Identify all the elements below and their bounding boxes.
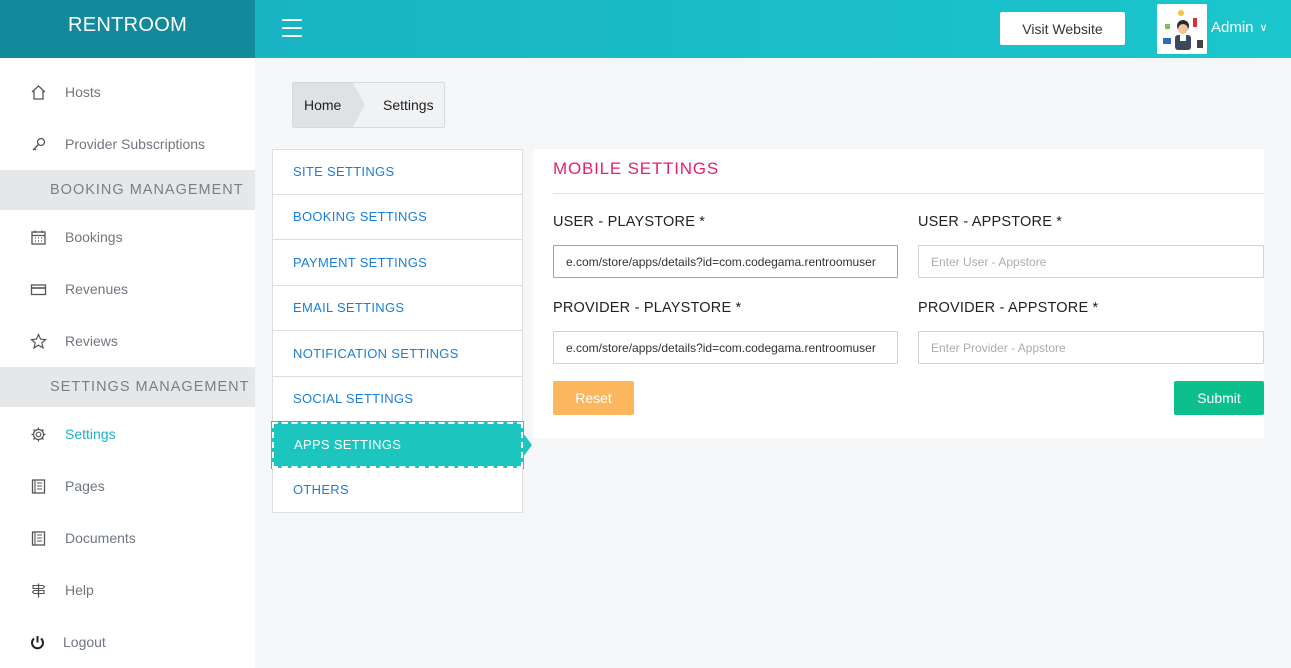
breadcrumb-home[interactable]: Home — [293, 83, 353, 127]
gear-icon — [28, 424, 48, 444]
hamburger-menu-icon[interactable] — [282, 19, 302, 37]
signpost-icon — [28, 580, 48, 600]
menu-booking-settings[interactable]: BOOKING SETTINGS — [272, 194, 523, 240]
breadcrumb: Home Settings — [292, 82, 445, 128]
admin-dropdown[interactable]: Admin ∨ — [1211, 19, 1268, 36]
user-playstore-label: USER - PLAYSTORE * — [553, 214, 706, 230]
star-icon — [28, 331, 48, 351]
mobile-settings-panel: MOBILE SETTINGS USER - PLAYSTORE * USER … — [533, 149, 1264, 438]
menu-notification-settings[interactable]: NOTIFICATION SETTINGS — [272, 331, 523, 377]
divider — [553, 193, 1264, 194]
sidebar-item-documents[interactable]: Documents — [0, 518, 255, 558]
provider-playstore-label: PROVIDER - PLAYSTORE * — [553, 300, 742, 316]
reset-button[interactable]: Reset — [553, 381, 634, 415]
sidebar-item-label: Help — [65, 582, 94, 598]
submit-button[interactable]: Submit — [1174, 381, 1264, 415]
top-bar: Visit Website Admin ∨ — [255, 0, 1291, 58]
home-icon — [28, 82, 48, 102]
menu-others[interactable]: OTHERS — [272, 467, 523, 513]
sidebar-item-pages[interactable]: Pages — [0, 466, 255, 506]
menu-payment-settings[interactable]: PAYMENT SETTINGS — [272, 240, 523, 286]
provider-appstore-label: PROVIDER - APPSTORE * — [918, 300, 1099, 316]
sidebar-item-provider-subscriptions[interactable]: Provider Subscriptions — [0, 124, 255, 164]
sidebar-item-label: Reviews — [65, 333, 118, 349]
sidebar-item-label: Documents — [65, 530, 136, 546]
breadcrumb-arrow-icon — [353, 83, 365, 127]
menu-social-settings[interactable]: SOCIAL SETTINGS — [272, 376, 523, 422]
provider-playstore-input[interactable] — [553, 331, 898, 364]
settings-menu: SITE SETTINGS BOOKING SETTINGS PAYMENT S… — [271, 149, 524, 513]
chevron-down-icon: ∨ — [1259, 22, 1268, 34]
sidebar-item-reviews[interactable]: Reviews — [0, 321, 255, 361]
sidebar-item-label: Hosts — [65, 84, 101, 100]
brand-logo[interactable]: RENTROOM — [0, 0, 255, 58]
user-appstore-label: USER - APPSTORE * — [918, 214, 1063, 230]
sidebar-item-label: Bookings — [65, 229, 123, 245]
panel-title: MOBILE SETTINGS — [553, 159, 719, 178]
book-icon — [28, 528, 48, 548]
sidebar-item-label: Revenues — [65, 281, 129, 297]
sidebar: Hosts Provider Subscriptions BOOKING MAN… — [0, 58, 255, 668]
breadcrumb-current: Settings — [383, 97, 434, 113]
book-icon — [28, 476, 48, 496]
sidebar-item-hosts[interactable]: Hosts — [0, 72, 255, 112]
power-icon — [27, 632, 47, 652]
sidebar-item-settings[interactable]: Settings — [0, 414, 255, 454]
sidebar-item-label: Settings — [65, 426, 116, 442]
visit-website-button[interactable]: Visit Website — [1000, 12, 1125, 45]
sidebar-item-label: Pages — [65, 478, 105, 494]
sidebar-item-label: Logout — [63, 634, 106, 650]
section-booking-management: BOOKING MANAGEMENT — [0, 170, 255, 210]
credit-card-icon — [28, 279, 48, 299]
menu-site-settings[interactable]: SITE SETTINGS — [272, 149, 523, 195]
sidebar-item-label: Provider Subscriptions — [65, 136, 206, 152]
avatar[interactable] — [1157, 4, 1207, 54]
sidebar-item-logout[interactable]: Logout — [0, 622, 255, 662]
key-icon — [28, 134, 48, 154]
section-settings-management: SETTINGS MANAGEMENT — [0, 367, 255, 407]
menu-apps-settings[interactable]: APPS SETTINGS — [271, 421, 524, 469]
calendar-icon — [28, 227, 48, 247]
sidebar-item-bookings[interactable]: Bookings — [0, 217, 255, 257]
sidebar-item-help[interactable]: Help — [0, 570, 255, 610]
menu-email-settings[interactable]: EMAIL SETTINGS — [272, 285, 523, 331]
user-playstore-input[interactable] — [553, 245, 898, 278]
provider-appstore-input[interactable] — [918, 331, 1264, 364]
admin-name: Admin — [1211, 19, 1254, 36]
user-appstore-input[interactable] — [918, 245, 1264, 278]
sidebar-item-revenues[interactable]: Revenues — [0, 269, 255, 309]
